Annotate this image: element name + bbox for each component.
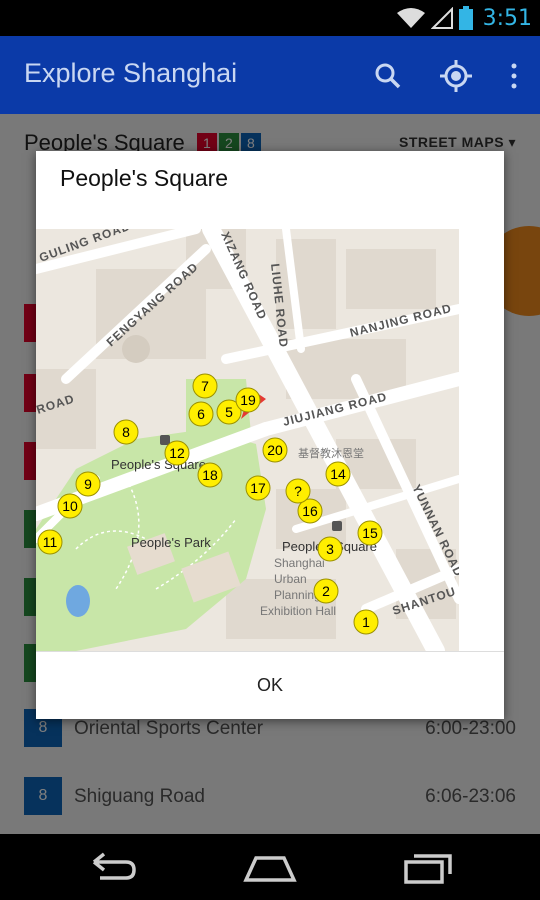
exit-marker[interactable]: 17 [245,475,271,501]
overflow-menu-icon[interactable] [496,58,532,94]
search-icon[interactable] [370,58,406,94]
place-label: People's Park [131,535,211,550]
svg-text:7: 7 [201,378,209,394]
svg-text:?: ? [294,483,302,499]
place-label: Urban [274,572,307,586]
exit-marker[interactable]: 18 [197,462,223,488]
ok-button[interactable]: OK [36,652,504,719]
svg-text:9: 9 [84,476,92,492]
home-icon[interactable] [240,848,300,888]
exit-marker[interactable]: 12 [164,440,190,466]
wifi-icon [396,8,425,28]
app-title: Explore Shanghai [24,58,238,88]
street-map-image: GULING ROAD FENGYANG ROAD XIZANG ROAD LI… [36,229,459,651]
svg-text:15: 15 [362,525,378,541]
signal-icon [430,7,453,29]
place-label: Exhibition Hall [260,604,336,618]
exit-marker[interactable]: 14 [325,461,351,487]
metro-icon [332,521,342,531]
place-label: Shanghai [274,556,325,570]
exit-marker[interactable]: 7 [192,373,218,399]
street-map[interactable]: GULING ROAD FENGYANG ROAD XIZANG ROAD LI… [36,229,459,651]
svg-text:3: 3 [326,541,334,557]
exit-marker[interactable]: ? [285,478,311,504]
map-dialog: People's Square GULING ROAD FENGYANG ROA… [36,151,504,719]
svg-text:11: 11 [43,534,58,550]
exit-marker[interactable]: 3 [317,536,343,562]
exit-marker[interactable]: 20 [262,437,288,463]
svg-text:1: 1 [362,614,370,630]
battery-icon [458,6,473,30]
metro-icon [160,435,170,445]
dialog-title: People's Square [60,165,229,191]
svg-text:17: 17 [250,480,266,496]
exit-marker[interactable]: 19 [235,387,261,413]
back-icon[interactable] [82,848,142,888]
svg-text:5: 5 [225,404,233,420]
svg-text:8: 8 [122,424,130,440]
app-bar: Explore Shanghai [0,36,540,114]
svg-text:18: 18 [202,467,218,483]
exit-marker[interactable]: 8 [113,419,139,445]
status-bar: 3:51 [0,0,540,36]
my-location-icon[interactable] [438,58,474,94]
svg-text:10: 10 [62,498,78,514]
svg-text:12: 12 [169,445,185,461]
svg-text:19: 19 [240,392,256,408]
exit-marker[interactable]: 1 [353,609,379,635]
navigation-bar [0,834,540,900]
svg-text:16: 16 [302,503,318,519]
exit-marker[interactable]: 11 [37,529,63,555]
svg-text:6: 6 [197,406,205,422]
place-label: People's Square [111,457,206,472]
status-time: 3:51 [482,5,532,31]
svg-text:20: 20 [267,442,283,458]
svg-text:2: 2 [322,583,330,599]
exit-marker[interactable]: 6 [188,401,214,427]
exit-marker[interactable]: 10 [57,493,83,519]
exit-marker[interactable]: 2 [313,578,339,604]
exit-marker[interactable]: 15 [357,520,383,546]
status-icons: 3:51 [396,0,532,36]
place-label: 基督教沐恩堂 [298,446,364,460]
exit-marker[interactable]: 9 [75,471,101,497]
svg-text:14: 14 [330,466,346,482]
recent-apps-icon[interactable] [398,848,458,888]
